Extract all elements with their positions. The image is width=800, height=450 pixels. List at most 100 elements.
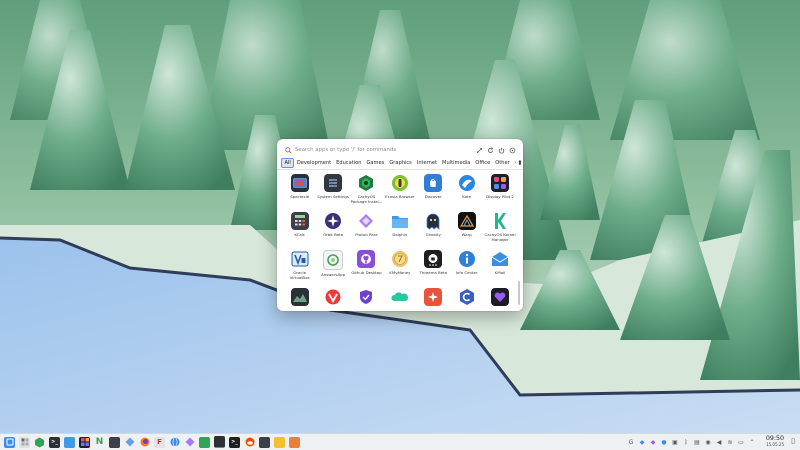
display-pilot-icon[interactable]	[79, 436, 90, 448]
tab-graphics[interactable]: Graphics	[387, 158, 415, 168]
tray-bluetooth-icon[interactable]: ᛒ	[682, 439, 690, 446]
refresh-icon[interactable]	[485, 145, 495, 155]
orbit-icon	[324, 212, 342, 230]
app-launcher-popup: All Development Education Games Graphics…	[277, 139, 523, 311]
app-item[interactable]	[417, 287, 450, 311]
clock-time: 09:50	[765, 435, 784, 442]
app-item[interactable]: Display Pilot 2	[483, 173, 516, 211]
ecosia-icon	[391, 174, 409, 192]
discover-icon	[424, 174, 443, 192]
app-item[interactable]	[383, 287, 416, 311]
app-item[interactable]: CachyOS Kernel Manager	[483, 211, 516, 249]
photos-icon[interactable]	[289, 436, 300, 448]
category-tabs: All Development Education Games Graphics…	[281, 157, 521, 168]
tray-network-icon[interactable]: ◉	[704, 439, 712, 446]
kcalc-icon	[290, 212, 309, 230]
virtualbox-icon	[291, 250, 309, 268]
pin-icon[interactable]: ▮	[518, 160, 521, 166]
app-item[interactable]	[316, 287, 349, 311]
n-app-icon[interactable]: N	[94, 437, 105, 448]
cachyos-package-icon[interactable]	[34, 437, 45, 448]
app-label: Ghostty	[425, 232, 441, 237]
tab-games[interactable]: Games	[364, 158, 387, 168]
tray-devices-icon[interactable]: ▤	[693, 439, 701, 446]
firefox-icon[interactable]	[139, 437, 150, 448]
app-label: Github Desktop	[351, 270, 382, 275]
tray-volume-icon[interactable]: ◀	[715, 439, 723, 446]
app-label: Dolphin	[392, 232, 408, 237]
globe-icon[interactable]	[169, 437, 180, 448]
tab-internet[interactable]: Internet	[414, 158, 439, 168]
digital-clock[interactable]: 09:50 15.05.25	[766, 435, 784, 447]
app-item[interactable]	[350, 287, 383, 311]
tray-wifi-icon[interactable]: ≋	[726, 439, 734, 446]
tab-multimedia[interactable]: Multimedia	[440, 158, 473, 168]
app-item[interactable]: Spectacle	[283, 173, 316, 211]
terminal-icon[interactable]: >_	[49, 436, 60, 448]
pager-icon[interactable]	[19, 436, 30, 448]
brave-icon	[424, 288, 443, 306]
tab-office[interactable]: Office	[473, 158, 493, 168]
app-item[interactable]: Github Desktop	[350, 249, 383, 287]
reddit-icon[interactable]	[244, 437, 255, 448]
tray-update-icon[interactable]: ●	[660, 439, 668, 446]
tab-all[interactable]: All	[281, 157, 295, 168]
fedora-icon[interactable]: F	[154, 436, 165, 448]
app-item[interactable]: Dolphin	[383, 211, 416, 249]
proton-pass-icon[interactable]	[184, 437, 195, 448]
tray-g-icon[interactable]: G	[627, 439, 635, 446]
app-item[interactable]	[283, 287, 316, 311]
app-item[interactable]: CachyOS Package Instal...	[350, 173, 383, 211]
search-row	[283, 143, 517, 157]
app-label: Info Center	[455, 270, 478, 275]
app-item[interactable]: AnswersApp	[316, 249, 349, 287]
vivaldi-icon	[324, 288, 343, 306]
cachyos-icon[interactable]	[199, 436, 210, 448]
app-item[interactable]: System Settings	[316, 173, 349, 211]
app-item[interactable]: Orbit Beta	[316, 211, 349, 249]
dolphin-icon	[391, 212, 409, 230]
shutdown-icon[interactable]	[507, 145, 517, 155]
app-menu-icon[interactable]	[4, 436, 15, 448]
dolphin-icon[interactable]	[64, 436, 75, 448]
configure-icon[interactable]	[474, 145, 484, 155]
tray-expand-icon[interactable]: ⌃	[748, 439, 756, 446]
display-pilot-icon	[491, 174, 510, 192]
app-item[interactable]: Info Center	[450, 249, 483, 287]
search-input[interactable]	[295, 144, 473, 156]
app-item[interactable]: Warp	[450, 211, 483, 249]
tab-other[interactable]: Other	[493, 158, 512, 168]
app-item[interactable]	[450, 287, 483, 311]
kcalc-icon[interactable]	[109, 436, 120, 448]
notes-icon[interactable]	[274, 436, 285, 448]
app-item[interactable]: Threema Beta	[417, 249, 450, 287]
tray-clipboard-icon[interactable]: ▣	[671, 439, 679, 446]
scrollbar[interactable]	[518, 281, 520, 305]
show-desktop-icon[interactable]: ▯	[789, 437, 797, 447]
app-label: Ecosia Browser	[385, 194, 415, 199]
monitor-icon[interactable]	[214, 436, 225, 448]
tab-education[interactable]: Education	[334, 158, 364, 168]
tray-shield-icon[interactable]: ◆	[638, 439, 646, 446]
app-item[interactable]: Kate	[450, 173, 483, 211]
proton-icon[interactable]	[124, 437, 135, 448]
tray-battery-icon[interactable]: ▭	[737, 439, 745, 446]
ghostty-icon	[424, 212, 442, 230]
kate-icon[interactable]	[259, 436, 270, 448]
power-icon[interactable]	[496, 145, 506, 155]
app-item[interactable]: KMyMoney	[383, 249, 416, 287]
app-item[interactable]: KCalc	[283, 211, 316, 249]
tabs-next-icon[interactable]: ›	[514, 160, 516, 166]
app-label: Discover	[424, 194, 442, 199]
tab-development[interactable]: Development	[294, 158, 333, 168]
app-item[interactable]: Ecosia Browser	[383, 173, 416, 211]
app-item[interactable]	[483, 287, 516, 311]
app-item[interactable]: Ghostty	[417, 211, 450, 249]
app-item[interactable]: KMail	[483, 249, 516, 287]
kmymoney-icon	[391, 250, 409, 268]
terminal2-icon[interactable]: >_	[229, 436, 240, 448]
app-item[interactable]: Proton Pass	[350, 211, 383, 249]
tray-proton-icon[interactable]: ◆	[649, 439, 657, 446]
app-item[interactable]: Oracle VirtualBox	[283, 249, 316, 287]
app-item[interactable]: Discover	[417, 173, 450, 211]
